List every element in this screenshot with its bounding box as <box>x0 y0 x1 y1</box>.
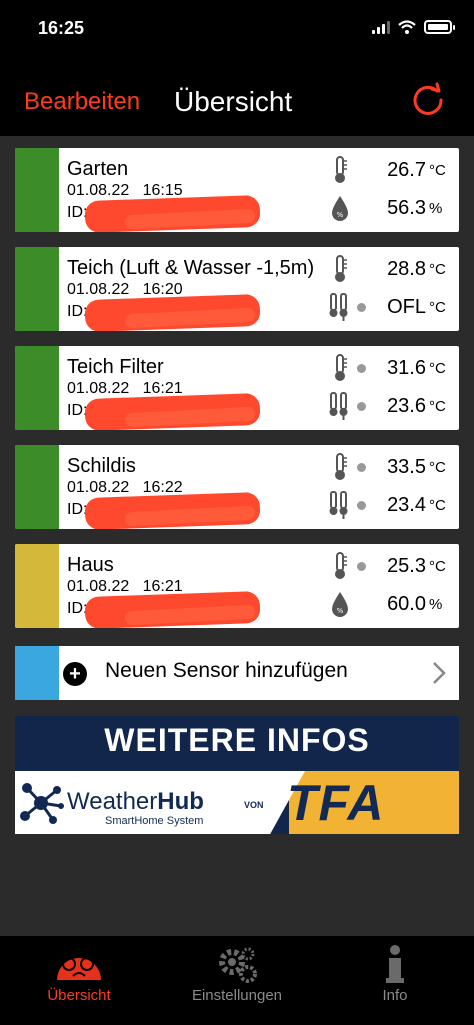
reading-unit: % <box>429 199 443 217</box>
sensor-reading: OFL °C <box>329 291 451 323</box>
reading-unit: °C <box>429 161 446 179</box>
reading-value: 33.5 <box>387 455 426 478</box>
sensor-card[interactable]: Teich Filter 01.08.22 16:21 ID: 31.6 °C 23… <box>15 346 459 430</box>
sensor-card[interactable]: Teich (Luft & Wasser -1,5m) 01.08.22 16:2… <box>15 247 459 331</box>
sensor-list: Garten 01.08.22 16:15 ID: 26.7 °C % 56.3 %… <box>0 136 474 936</box>
reading-value: 23.6 <box>387 394 426 417</box>
sensor-name: Teich (Luft & Wasser -1,5m) <box>67 257 315 279</box>
add-sensor-strip <box>15 646 59 700</box>
plus-icon: + <box>63 662 87 686</box>
top-bar: 16:25 Bearbeiten Übersicht <box>0 0 474 136</box>
probe-icon <box>329 490 351 520</box>
probe-icon <box>329 292 351 322</box>
status-dot-icon <box>357 500 366 510</box>
tab-info[interactable]: Info <box>316 944 474 1004</box>
status-dot-icon <box>357 561 366 571</box>
weatherhub-wordmark: WeatherHub <box>67 788 204 816</box>
sensor-reading: 25.3 °C <box>329 550 451 582</box>
status-dot-icon <box>357 462 366 472</box>
wifi-icon <box>398 20 416 34</box>
chevron-right-icon <box>433 662 446 684</box>
banner-von: VON <box>244 800 264 810</box>
status-dot-icon <box>357 401 366 411</box>
thermometer-icon <box>329 155 351 185</box>
sensor-name: Haus <box>67 554 114 576</box>
sensor-reading: 26.7 °C <box>329 154 451 186</box>
add-sensor-label: Neuen Sensor hinzufügen <box>105 659 348 682</box>
sensor-status-strip <box>15 346 59 430</box>
status-dot-icon <box>357 363 366 373</box>
status-dot-icon <box>357 302 366 312</box>
reading-unit: % <box>429 595 443 613</box>
tab-einstellungen[interactable]: Einstellungen <box>158 944 316 1004</box>
weatherhub-banner[interactable]: WEITERE INFOS WeatherHub SmartHome Syste… <box>15 716 459 834</box>
cellular-signal-icon <box>372 20 390 34</box>
thermometer-icon <box>329 254 351 284</box>
reading-unit: °C <box>429 557 446 575</box>
tab-label: Info <box>382 987 408 1004</box>
page-title: Übersicht <box>174 86 293 117</box>
reading-unit: °C <box>429 397 446 415</box>
sensor-reading: 23.6 °C <box>329 390 451 422</box>
banner-subtitle: SmartHome System <box>105 815 204 827</box>
weatherhub-logo-icon <box>20 783 64 824</box>
reading-value: 56.3 <box>387 196 426 219</box>
refresh-icon[interactable] <box>410 82 446 118</box>
banner-headline: WEITERE INFOS <box>104 722 370 758</box>
reading-value: 31.6 <box>387 356 426 379</box>
sensor-card[interactable]: Schildis 01.08.22 16:22 ID: 33.5 °C 23.4 °… <box>15 445 459 529</box>
info-icon <box>386 945 404 983</box>
weatherhub-bold: Hub <box>157 788 204 815</box>
sensor-reading: 31.6 °C <box>329 352 451 384</box>
sensor-card[interactable]: Haus 01.08.22 16:21 ID: 25.3 °C % 60.0 % <box>15 544 459 628</box>
reading-unit: °C <box>429 359 446 377</box>
sensor-name: Garten <box>67 158 129 180</box>
reading-unit: °C <box>429 458 446 476</box>
gears-icon <box>219 947 257 983</box>
status-time: 16:25 <box>38 18 85 38</box>
reading-value: 23.4 <box>387 493 426 516</box>
reading-unit: °C <box>429 298 446 316</box>
tfa-logo: TFA <box>287 775 385 831</box>
thermometer-icon <box>329 353 351 383</box>
humidity-icon: % <box>329 193 351 223</box>
sensor-reading: % 60.0 % <box>329 588 451 620</box>
sensor-reading: 23.4 °C <box>329 489 451 521</box>
sensor-status-strip <box>15 544 59 628</box>
tab-uebersicht[interactable]: Übersicht <box>0 944 158 1004</box>
tab-label: Übersicht <box>47 987 111 1004</box>
sensor-card[interactable]: Garten 01.08.22 16:15 ID: 26.7 °C % 56.3 % <box>15 148 459 232</box>
sensor-status-strip <box>15 148 59 232</box>
probe-icon <box>329 391 351 421</box>
weatherhub-light: Weather <box>67 788 158 815</box>
reading-value: 26.7 <box>387 158 426 181</box>
sensor-reading: 28.8 °C <box>329 253 451 285</box>
tab-bar: Übersicht Einstellungen Info <box>0 936 474 1025</box>
thermometer-icon <box>329 452 351 482</box>
reading-value: 25.3 <box>387 554 426 577</box>
reading-value: 28.8 <box>387 257 426 280</box>
battery-icon <box>424 20 455 34</box>
reading-value: 60.0 <box>387 592 426 615</box>
sensor-name: Teich Filter <box>67 356 164 378</box>
sensor-reading: % 56.3 % <box>329 192 451 224</box>
reading-value: OFL <box>387 295 426 318</box>
reading-unit: °C <box>429 496 446 514</box>
sensor-status-strip <box>15 247 59 331</box>
edit-button[interactable]: Bearbeiten <box>24 88 140 116</box>
sensor-name: Schildis <box>67 455 136 477</box>
humidity-icon: % <box>329 589 351 619</box>
svg-text:%: % <box>337 607 344 615</box>
status-icons <box>372 20 455 34</box>
thermometer-icon <box>329 551 351 581</box>
sensor-reading: 33.5 °C <box>329 451 451 483</box>
reading-unit: °C <box>429 260 446 278</box>
add-sensor-button[interactable]: + Neuen Sensor hinzufügen <box>15 646 459 700</box>
tab-label: Einstellungen <box>191 987 283 1004</box>
svg-text:%: % <box>337 211 344 219</box>
gauge-icon <box>57 957 101 980</box>
sensor-status-strip <box>15 445 59 529</box>
